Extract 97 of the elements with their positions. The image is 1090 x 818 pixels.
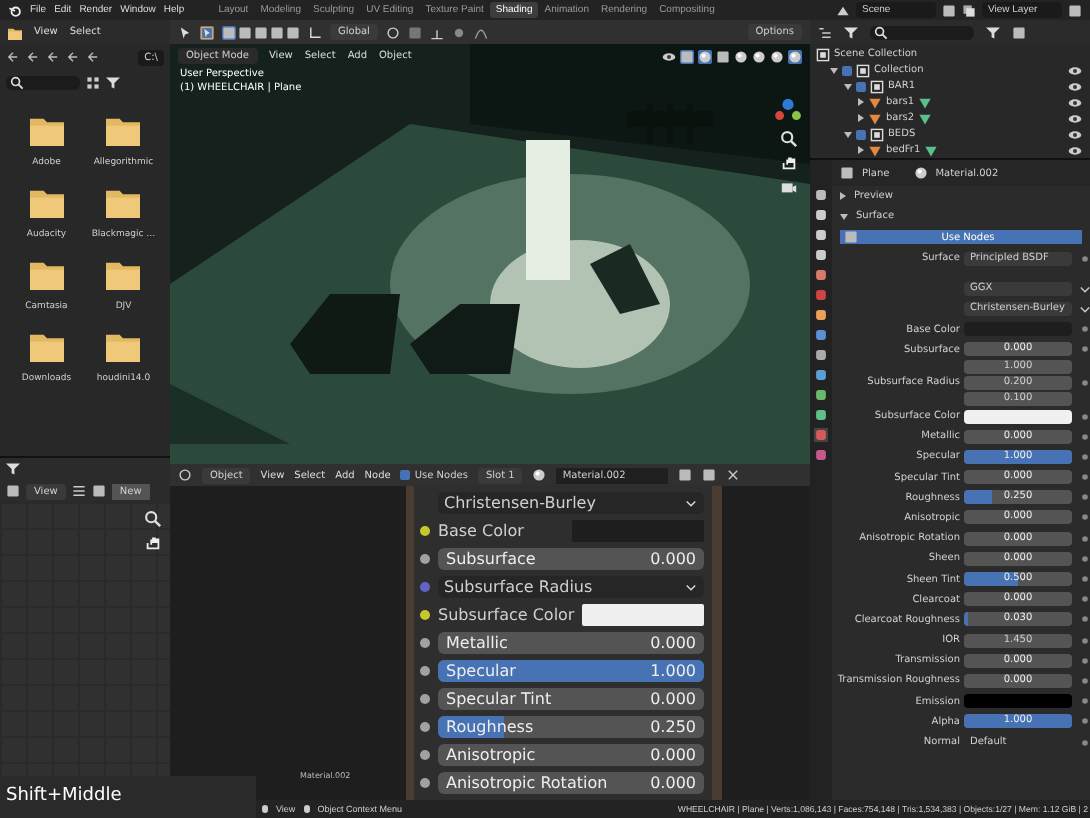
value-slider[interactable]: Anisotropic 0.000 <box>438 744 704 767</box>
hand-icon[interactable] <box>779 154 797 172</box>
forward-arrow-icon[interactable] <box>26 50 40 64</box>
decorator-dot-icon[interactable] <box>1078 572 1090 587</box>
value-slider[interactable]: Specular 1.000 <box>438 660 704 683</box>
decorator-dot-icon[interactable] <box>1078 673 1090 688</box>
expand-arrow-icon[interactable] <box>858 98 864 106</box>
socket-dot <box>420 778 430 789</box>
mouse-icon <box>260 804 270 814</box>
socket-dot <box>420 609 430 620</box>
decorator-dot-icon[interactable] <box>1078 449 1090 464</box>
socket-dot <box>420 694 430 705</box>
socket-label: Subsurface Color <box>438 605 575 624</box>
decorator-dot-icon[interactable] <box>1078 612 1090 627</box>
filter-icon[interactable] <box>844 25 858 39</box>
socket-dot <box>420 722 430 733</box>
axes-icon[interactable] <box>308 25 322 39</box>
back-arrow-icon[interactable] <box>6 50 20 64</box>
socket-dot <box>420 750 430 761</box>
eye-icon[interactable] <box>1068 111 1082 125</box>
search-field[interactable] <box>870 25 974 39</box>
value-slider[interactable]: Specular Tint 0.000 <box>438 688 704 711</box>
dropdown[interactable]: Subsurface Radius <box>438 575 704 598</box>
eye-icon[interactable] <box>1068 127 1082 141</box>
color-swatch[interactable] <box>964 409 1072 424</box>
material-shading-icon[interactable] <box>770 49 784 63</box>
search-icon <box>874 25 888 39</box>
decorator-dot-icon[interactable] <box>1078 510 1090 525</box>
material-sphere-icon[interactable] <box>913 166 928 180</box>
decorator-dot-icon[interactable] <box>1078 251 1090 266</box>
eye-icon[interactable] <box>1068 95 1082 109</box>
decorator-dot-icon[interactable] <box>1078 375 1090 390</box>
expand-arrow-icon[interactable] <box>858 114 864 122</box>
zoom-icon[interactable] <box>144 510 162 528</box>
socket-dot <box>420 666 430 677</box>
material-sphere-icon[interactable] <box>532 468 547 482</box>
thumbnail-view-icon[interactable] <box>86 76 100 90</box>
decorator-dot-icon[interactable] <box>1078 429 1090 444</box>
layers-icon[interactable] <box>962 3 976 17</box>
color-swatch[interactable] <box>582 603 704 626</box>
folder-icon[interactable] <box>8 25 22 39</box>
value-slider[interactable]: Anisotropic Rotation 0.000 <box>438 772 704 795</box>
decorator-dot-icon[interactable] <box>1078 470 1090 485</box>
caret-icon <box>684 495 698 510</box>
visibility-icon[interactable] <box>662 49 676 63</box>
camera-icon[interactable] <box>779 178 797 196</box>
hand-icon[interactable] <box>144 534 162 552</box>
decorator-dot-icon[interactable] <box>1078 551 1090 566</box>
collection-icon <box>870 127 884 141</box>
file-search-field[interactable] <box>6 76 80 90</box>
zoom-icon[interactable] <box>779 130 797 148</box>
dropdown[interactable]: Christensen-Burley <box>438 491 704 514</box>
decorator-dot-icon[interactable] <box>1078 342 1090 357</box>
decorator-dot-icon[interactable] <box>1078 409 1090 424</box>
eye-icon[interactable] <box>1068 79 1082 93</box>
blender-logo-icon[interactable] <box>8 3 22 17</box>
decorator-dot-icon[interactable] <box>1078 633 1090 648</box>
filter-icon[interactable] <box>106 76 120 90</box>
node-editor-icon[interactable] <box>178 468 192 482</box>
value-slider[interactable]: Metallic 0.000 <box>438 632 704 655</box>
socket-dot <box>420 525 430 536</box>
solid-shading-icon[interactable] <box>752 49 766 63</box>
decorator-dot-icon[interactable] <box>1078 531 1090 546</box>
decorator-dot-icon[interactable] <box>1078 490 1090 505</box>
color-swatch[interactable] <box>964 694 1072 709</box>
decorator-dot-icon[interactable] <box>1078 322 1090 337</box>
eye-icon[interactable] <box>1068 143 1082 157</box>
decorator-dot-icon[interactable] <box>1078 694 1090 709</box>
socket-dot <box>420 581 430 592</box>
search-icon <box>10 76 24 90</box>
decorator-dot-icon[interactable] <box>1078 714 1090 729</box>
proportional-icon[interactable] <box>451 25 466 39</box>
decorator-dot-icon[interactable] <box>1078 735 1090 750</box>
snap-target-icon[interactable] <box>429 25 444 39</box>
cursor-icon[interactable] <box>178 25 192 39</box>
socket-label: Base Color <box>438 521 526 540</box>
scene-collection-icon <box>816 47 830 61</box>
eye-icon[interactable] <box>1068 63 1082 77</box>
mouse-icon <box>301 804 312 814</box>
value-slider[interactable]: Subsurface 0.000 <box>438 547 704 570</box>
socket-dot <box>420 638 430 649</box>
exclude-checkbox[interactable] <box>842 65 852 75</box>
pivot-icon[interactable] <box>385 25 400 39</box>
caret-icon <box>684 579 698 594</box>
exclude-checkbox[interactable] <box>856 129 866 139</box>
socket-dot <box>420 553 430 564</box>
decorator-dot-icon[interactable] <box>1078 653 1090 668</box>
select-box-icon[interactable] <box>200 25 214 39</box>
decorator-dot-icon[interactable] <box>1078 592 1090 607</box>
key-hint: Shift+Middle <box>0 776 256 818</box>
axis-gizmo-icon <box>774 96 802 124</box>
funnel-icon[interactable] <box>986 25 1000 39</box>
close-icon[interactable] <box>726 468 741 482</box>
exclude-checkbox[interactable] <box>856 81 866 91</box>
display-mode-icon[interactable] <box>818 25 832 39</box>
falloff-icon[interactable] <box>473 25 488 39</box>
menu-icon[interactable] <box>71 484 86 498</box>
